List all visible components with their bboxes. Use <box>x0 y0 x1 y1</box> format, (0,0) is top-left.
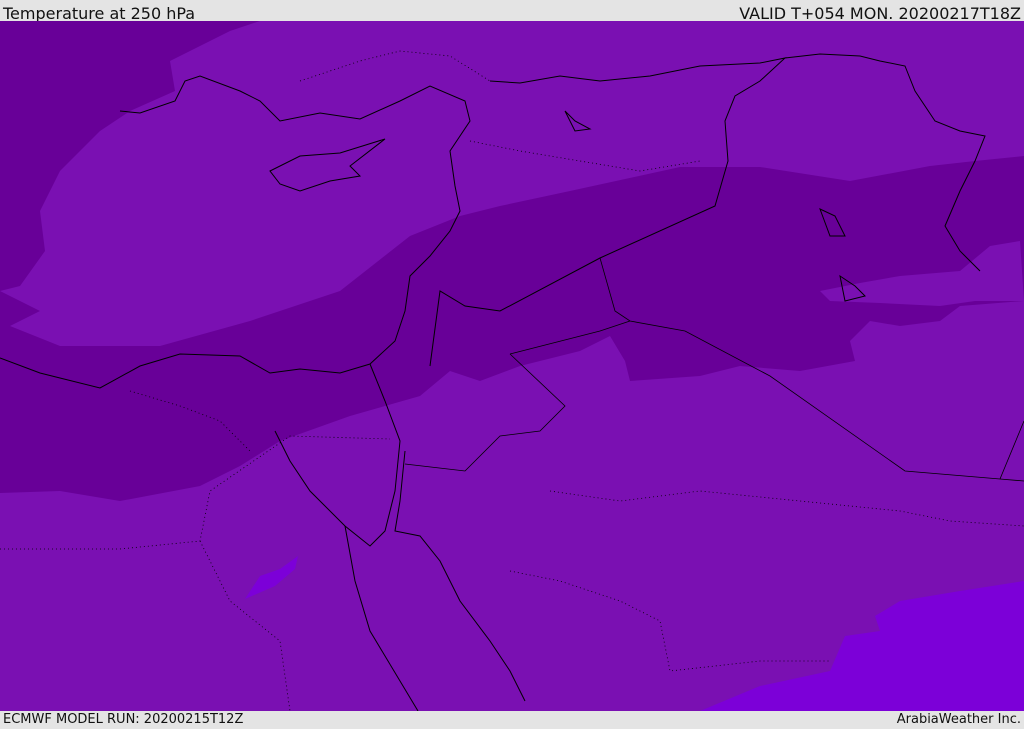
header-bar: Temperature at 250 hPa VALID T+054 MON. … <box>0 0 1024 23</box>
footer-bar: ECMWF MODEL RUN: 20200215T12Z ArabiaWeat… <box>0 711 1024 729</box>
temperature-map <box>0 21 1024 711</box>
model-run: ECMWF MODEL RUN: 20200215T12Z <box>3 712 244 727</box>
credit: ArabiaWeather Inc. <box>896 712 1021 727</box>
